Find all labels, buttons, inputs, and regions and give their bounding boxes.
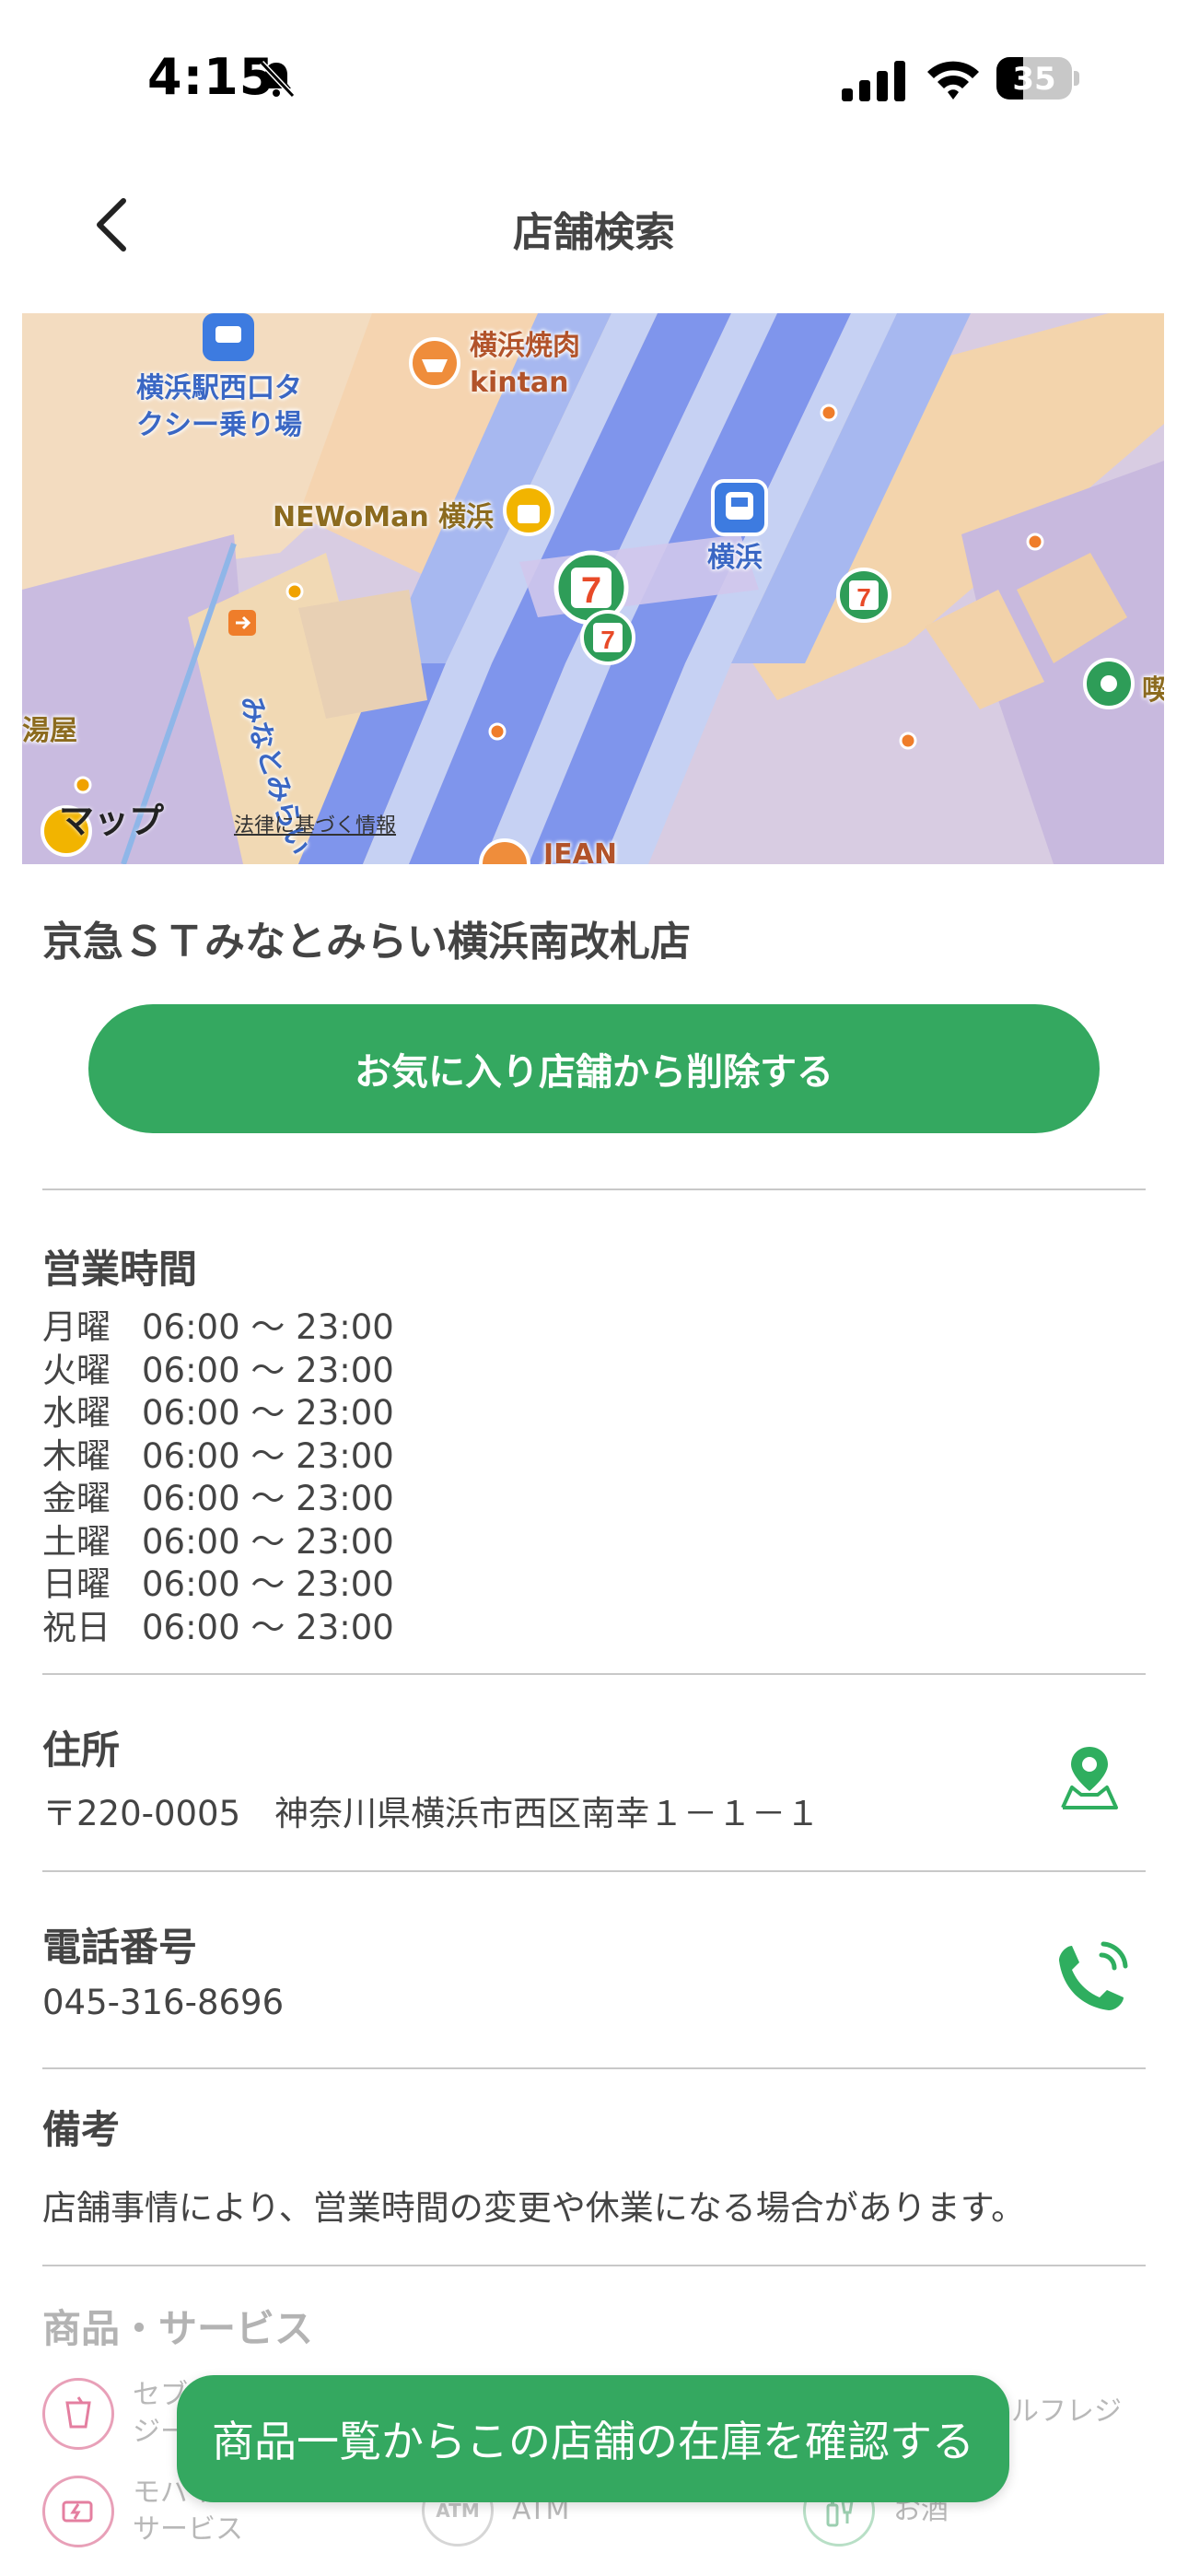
store-marker-icon: 7	[836, 568, 891, 623]
hours-list: 月曜 06:00 〜 23:00 火曜 06:00 〜 23:00 水曜 06:00 …	[42, 1299, 394, 1647]
battery-tip	[1074, 71, 1079, 86]
service-item: ルフレジ	[1011, 2394, 1122, 2430]
map-label-left-edge: 湯屋	[22, 715, 77, 747]
train-station-icon	[711, 479, 768, 536]
check-stock-button[interactable]: 商品一覧からこの店舗の在庫を確認する	[177, 2375, 1009, 2502]
restaurant-icon	[409, 337, 460, 389]
hours-row: 日曜 06:00 〜 23:00	[42, 1564, 394, 1604]
status-bar: 4:15 35	[0, 0, 1188, 157]
store-map[interactable]: 7 7 7 横浜駅西口タ クシー乗り場 横浜焼肉 kintan NEWoMan …	[22, 313, 1164, 864]
location-pin-icon	[1083, 658, 1135, 709]
map-pin-icon[interactable]	[1059, 1743, 1120, 1809]
remove-favorite-button[interactable]: お気に入り店舗から削除する	[88, 1004, 1100, 1133]
maps-brand-label: マップ	[59, 801, 165, 841]
bell-muted-icon	[259, 60, 296, 99]
hours-row: 水曜 06:00 〜 23:00	[42, 1393, 394, 1433]
map-label-station: 横浜	[707, 542, 763, 574]
battery-body: 35	[996, 57, 1072, 100]
services-title: 商品・サービス	[42, 2306, 314, 2351]
map-label-yakiniku: 横浜焼肉 kintan	[470, 330, 580, 399]
store-marker-icon: 7	[580, 610, 635, 665]
divider	[42, 1673, 1146, 1675]
page-title: 店舗検索	[513, 209, 675, 256]
battery-icon: 35	[996, 57, 1079, 101]
hours-row: 土曜 06:00 〜 23:00	[42, 1521, 394, 1562]
divider	[42, 1870, 1146, 1872]
hours-row: 祝日 06:00 〜 23:00	[42, 1607, 394, 1647]
hours-row: 木曜 06:00 〜 23:00	[42, 1435, 394, 1476]
cellular-signal-icon	[842, 61, 905, 101]
hours-row: 月曜 06:00 〜 23:00	[42, 1307, 394, 1347]
chevron-left-icon	[97, 198, 126, 252]
back-button[interactable]	[74, 188, 147, 262]
hours-row: 金曜 06:00 〜 23:00	[42, 1479, 394, 1518]
store-name: 京急ＳＴみなとみらい横浜南改札店	[42, 919, 691, 966]
legal-info-link[interactable]: 法律に基づく情報	[234, 809, 396, 838]
service-label: ルフレジ	[1011, 2395, 1122, 2428]
exit-icon	[228, 610, 256, 636]
wifi-icon	[927, 61, 979, 100]
nav-bar: 店舗検索	[0, 175, 1188, 276]
phone-value: 045-316-8696	[42, 1983, 285, 2022]
divider	[42, 1188, 1146, 1190]
service-item: セブ ジー	[42, 2377, 188, 2451]
map-label-right-edge: 喫	[1142, 674, 1164, 707]
phone-title: 電話番号	[42, 1925, 198, 1970]
notes-value: 店舗事情により、営業時間の変更や休業になる場合があります。	[42, 2188, 1026, 2228]
phone-call-icon[interactable]	[1050, 1935, 1135, 2020]
map-label-taxi: 横浜駅西口タ クシー乗り場	[136, 372, 302, 441]
address-title: 住所	[42, 1727, 121, 1773]
svg-text:7: 7	[581, 570, 601, 611]
shopping-bag-icon	[503, 485, 554, 536]
svg-text:7: 7	[856, 583, 871, 612]
battery-level: 35	[1012, 61, 1056, 98]
hours-row: 火曜 06:00 〜 23:00	[42, 1350, 394, 1390]
map-label-newoman: NEWoMan 横浜	[273, 501, 495, 533]
map-label-jean: JEAN	[543, 838, 617, 864]
address-value: 〒220-0005 神奈川県横浜市西区南幸１－１－１	[42, 1794, 821, 1833]
taxi-icon	[203, 313, 254, 361]
divider	[42, 2265, 1146, 2266]
svg-text:7: 7	[600, 626, 615, 654]
notes-title: 備考	[42, 2107, 121, 2152]
mobile-charge-icon	[42, 2476, 114, 2547]
divider	[42, 2067, 1146, 2069]
hours-title: 営業時間	[42, 1247, 198, 1292]
drink-cup-icon	[42, 2378, 114, 2450]
